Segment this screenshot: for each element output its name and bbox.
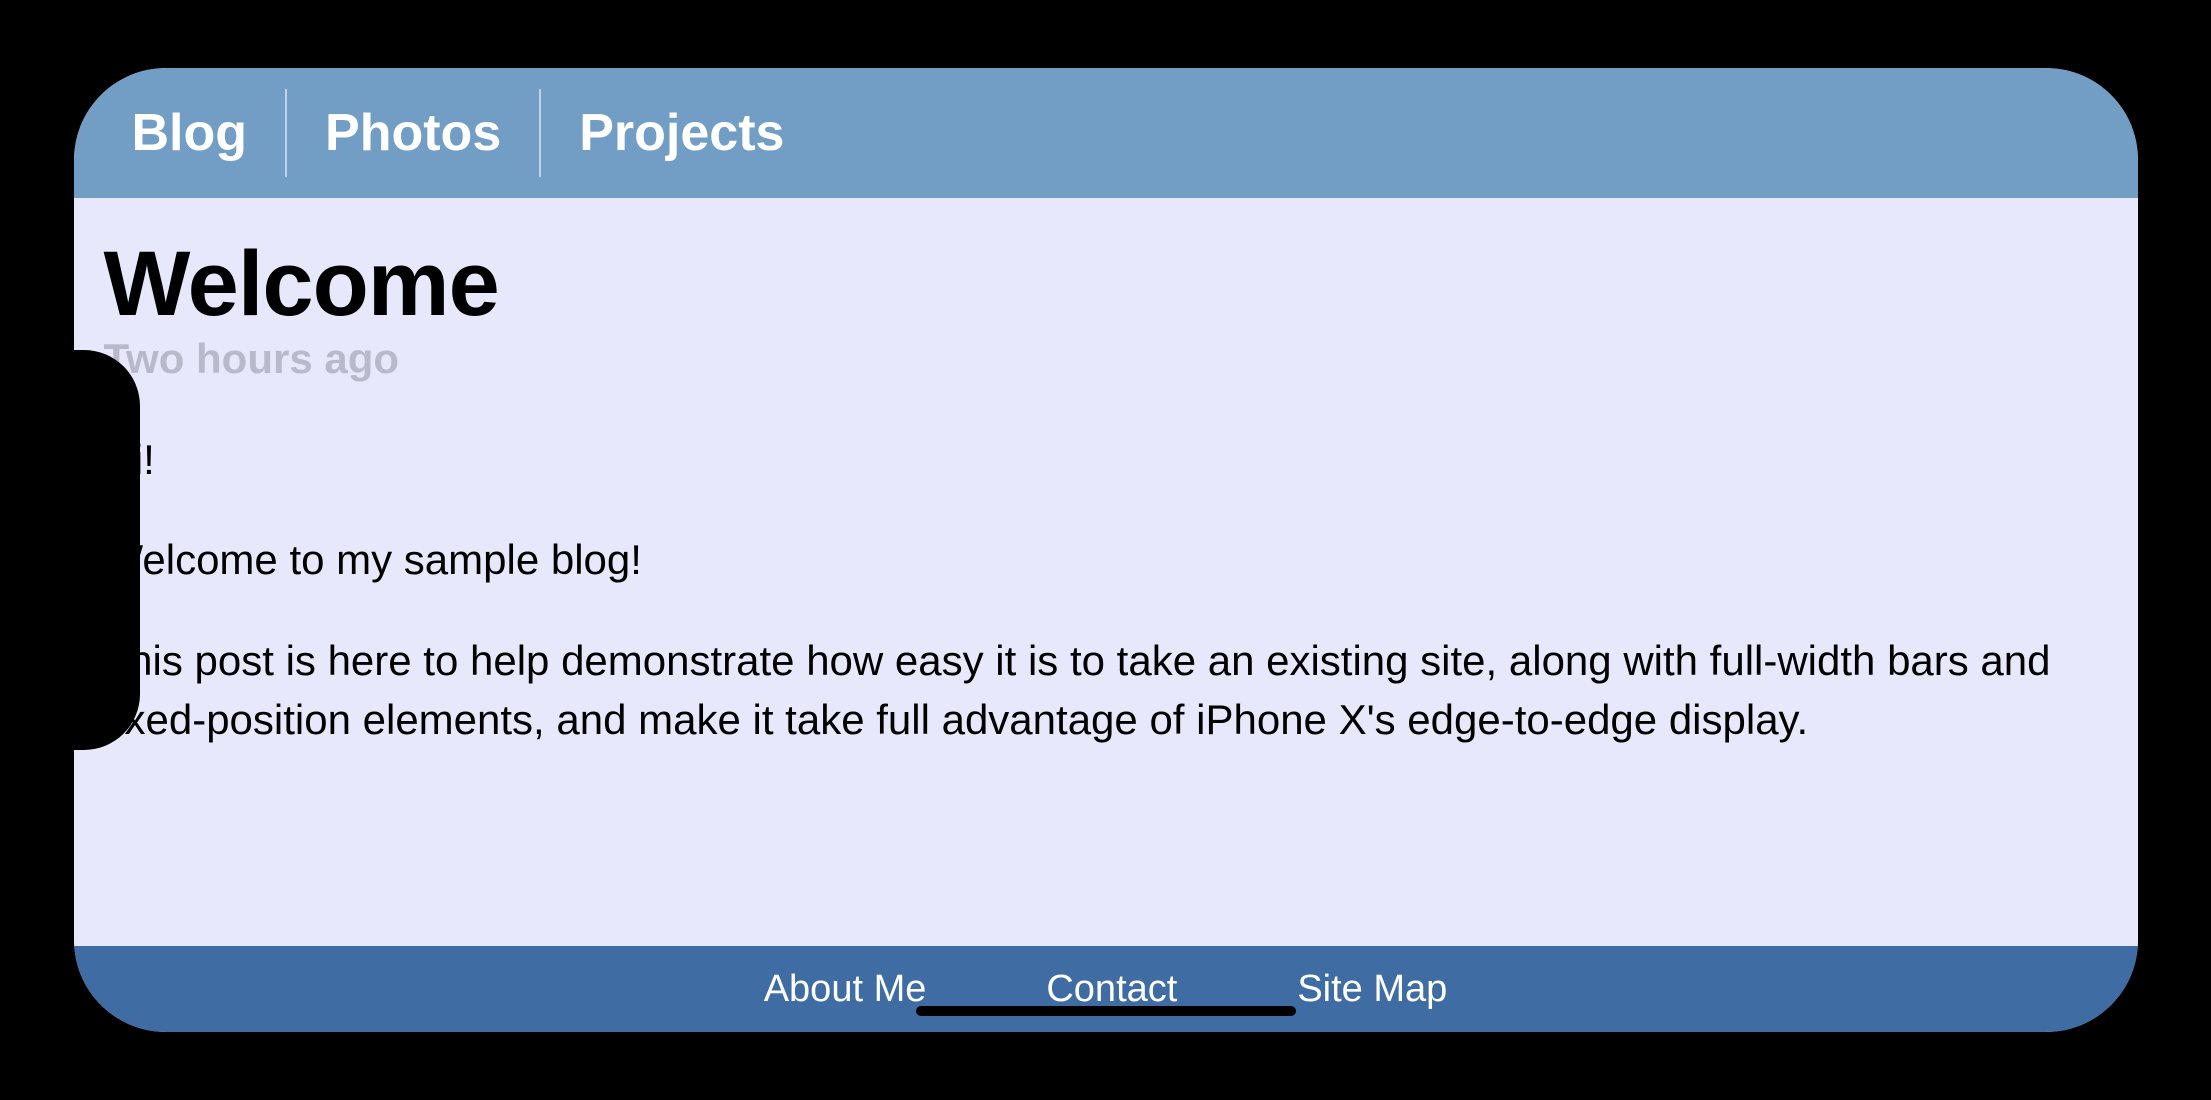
post-paragraph: Welcome to my sample blog!: [104, 531, 2108, 590]
footer-link-contact[interactable]: Contact: [1046, 968, 1177, 1011]
post-title: Welcome: [104, 236, 2108, 333]
post-body: Hi! Welcome to my sample blog! This post…: [104, 431, 2108, 750]
post-paragraph: Hi!: [104, 431, 2108, 490]
top-nav: Blog Photos Projects: [74, 68, 2138, 198]
device-frame: Blog Photos Projects Welcome Two hours a…: [46, 40, 2166, 1060]
side-button-bottom-2: [364, 1056, 524, 1068]
home-indicator[interactable]: [916, 1006, 1296, 1016]
nav-tab-photos[interactable]: Photos: [287, 89, 541, 177]
side-button-bottom-1: [234, 1056, 324, 1068]
content-area: Welcome Two hours ago Hi! Welcome to my …: [74, 198, 2138, 946]
footer-link-about[interactable]: About Me: [764, 968, 927, 1011]
nav-tab-projects[interactable]: Projects: [541, 89, 822, 177]
device-notch: [74, 350, 140, 750]
footer-link-sitemap[interactable]: Site Map: [1297, 968, 1447, 1011]
nav-tab-blog[interactable]: Blog: [94, 89, 288, 177]
screen: Blog Photos Projects Welcome Two hours a…: [74, 68, 2138, 1032]
side-button-top: [354, 32, 514, 44]
post-paragraph: This post is here to help demonstrate ho…: [104, 632, 2108, 750]
post-timestamp: Two hours ago: [104, 335, 2108, 383]
bottom-bar: About Me Contact Site Map: [74, 946, 2138, 1032]
